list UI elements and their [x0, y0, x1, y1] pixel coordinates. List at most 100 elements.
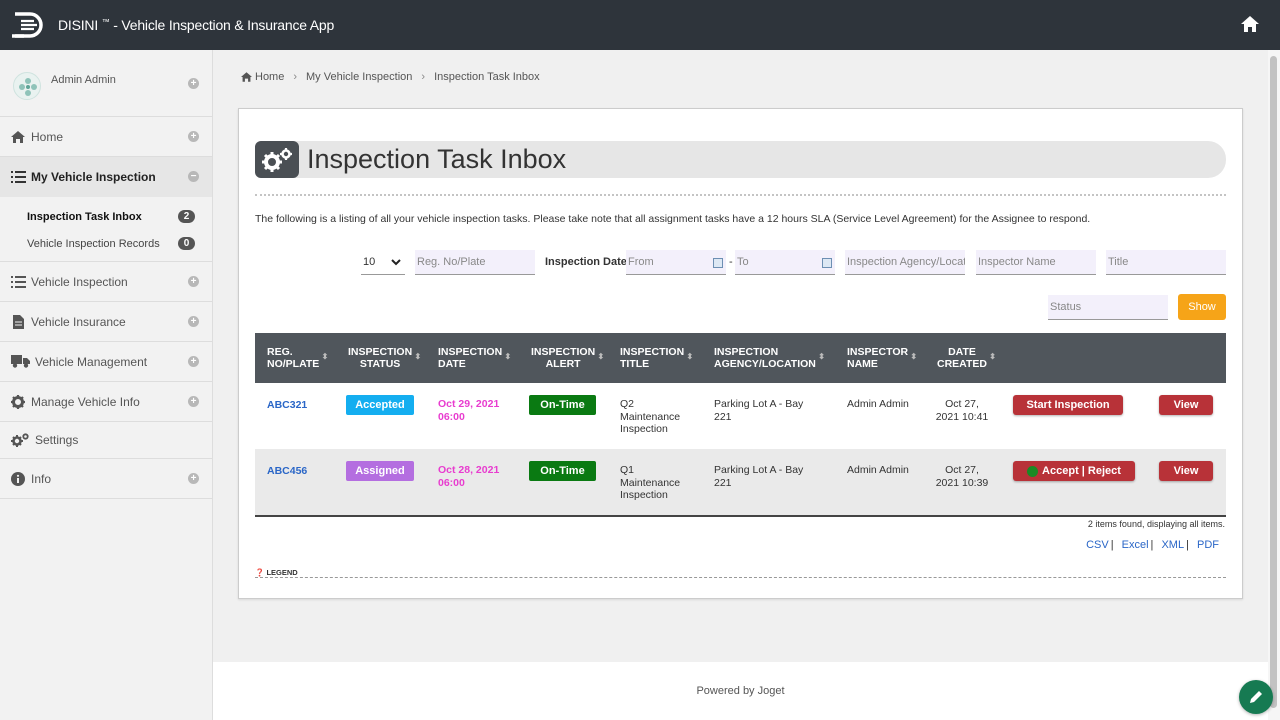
status-badge: Assigned: [346, 461, 414, 481]
date-from-input[interactable]: From: [626, 250, 726, 275]
sidebar-item-manage-vehicle-info[interactable]: Manage Vehicle Info +: [0, 382, 212, 422]
page-size-value: 10: [363, 256, 376, 268]
pencil-icon: [1250, 691, 1262, 703]
column-header-status[interactable]: INSPECTION STATUS ⬍: [348, 333, 421, 383]
inspection-date: Oct 28, 2021 06:00: [438, 464, 500, 489]
expand-icon[interactable]: +: [188, 276, 199, 287]
show-button[interactable]: Show: [1178, 294, 1226, 320]
view-button[interactable]: View: [1159, 461, 1213, 481]
info-icon: [10, 471, 26, 486]
inspection-title: Q1 Maintenance Inspection: [620, 464, 681, 501]
separator: |: [1150, 539, 1154, 551]
inspection-location: Parking Lot A - Bay 221: [714, 464, 804, 489]
inspector-placeholder: Inspector Name: [978, 256, 1056, 268]
expand-profile-icon[interactable]: +: [188, 78, 199, 89]
expand-icon[interactable]: +: [188, 396, 199, 407]
sidebar-item-vehicle-inspection[interactable]: Vehicle Inspection +: [0, 262, 212, 302]
sort-icon: ⬍: [989, 352, 996, 361]
count-badge: 2: [178, 210, 195, 223]
home-icon[interactable]: [1240, 14, 1260, 34]
column-header-alert[interactable]: INSPECTION ALERT ⬍: [531, 333, 604, 383]
expand-icon[interactable]: +: [188, 473, 199, 484]
start-inspection-button[interactable]: Start Inspection: [1013, 395, 1123, 415]
column-header-agency[interactable]: INSPECTION AGENCY/LOCATION ⬍: [714, 333, 825, 383]
sort-icon: ⬍: [818, 352, 825, 361]
export-xml-link[interactable]: XML: [1161, 539, 1184, 551]
status-filter-input[interactable]: Status: [1048, 295, 1168, 320]
status-dot-icon: [1027, 465, 1039, 477]
inspection-title: Q2 Maintenance Inspection: [620, 398, 681, 435]
calendar-icon[interactable]: [713, 258, 723, 268]
sidebar-item-inspection-task-inbox[interactable]: Inspection Task Inbox 2: [0, 203, 212, 230]
export-links: CSV | Excel | XML | PDF: [1086, 539, 1219, 551]
expand-icon[interactable]: +: [188, 356, 199, 367]
sidebar: Admin Admin + Home + My Vehicle Inspecti…: [0, 50, 213, 720]
calendar-icon[interactable]: [822, 258, 832, 268]
submenu: Inspection Task Inbox 2 Vehicle Inspecti…: [0, 197, 212, 262]
accept-reject-button[interactable]: Accept | Reject: [1013, 461, 1135, 481]
sidebar-item-label: Settings: [35, 433, 79, 447]
column-header-created[interactable]: DATE CREATED ⬍: [937, 333, 996, 383]
expand-icon[interactable]: +: [188, 316, 199, 327]
app-logo-icon[interactable]: [12, 10, 48, 40]
user-profile[interactable]: Admin Admin +: [0, 50, 212, 117]
table-header: REG. NO/PLATE ⬍ INSPECTION STATUS ⬍ INSPECTI…: [255, 333, 1226, 383]
main-content: Home › My Vehicle Inspection › Inspectio…: [213, 50, 1268, 662]
export-pdf-link[interactable]: PDF: [1197, 539, 1219, 551]
view-button[interactable]: View: [1159, 395, 1213, 415]
separator: |: [1110, 539, 1114, 551]
date-to-input[interactable]: To: [735, 250, 835, 275]
column-header-date[interactable]: INSPECTION DATE ⬍: [438, 333, 511, 383]
footer: Powered by Joget: [213, 662, 1268, 720]
count-badge: 0: [178, 237, 195, 250]
sidebar-item-vehicle-insurance[interactable]: Vehicle Insurance +: [0, 302, 212, 342]
export-excel-link[interactable]: Excel: [1122, 539, 1149, 551]
breadcrumb-separator: ›: [293, 71, 298, 83]
plate-link[interactable]: ABC456: [267, 465, 307, 478]
sidebar-item-label: My Vehicle Inspection: [31, 170, 156, 184]
breadcrumb-my-vehicle-inspection[interactable]: My Vehicle Inspection: [306, 71, 412, 83]
plate-placeholder: Reg. No/Plate: [417, 256, 486, 268]
legend-toggle[interactable]: ❓ LEGEND: [255, 568, 298, 577]
sort-icon: ⬍: [504, 352, 512, 361]
scrollbar-thumb[interactable]: [1270, 56, 1277, 708]
title-filter-input[interactable]: Title: [1106, 250, 1226, 275]
plate-filter-input[interactable]: Reg. No/Plate: [415, 250, 535, 275]
page-size-select[interactable]: 10: [361, 250, 405, 275]
result-count: 2 items found, displaying all items.: [1087, 519, 1225, 529]
sidebar-item-info[interactable]: Info +: [0, 459, 212, 499]
edit-fab-button[interactable]: [1239, 680, 1273, 714]
agency-filter-input[interactable]: Inspection Agency/Locati: [845, 250, 965, 275]
accept-reject-label: Accept | Reject: [1042, 465, 1121, 477]
page-title: Inspection Task Inbox: [307, 144, 567, 174]
sidebar-item-vehicle-management[interactable]: Vehicle Management +: [0, 342, 212, 382]
chevron-down-icon: [391, 258, 401, 265]
breadcrumb-separator: ›: [421, 71, 426, 83]
inspector-filter-input[interactable]: Inspector Name: [976, 250, 1096, 275]
top-bar: DISINI ™ - Vehicle Inspection & Insuranc…: [0, 0, 1280, 50]
plate-link[interactable]: ABC321: [267, 399, 307, 412]
divider: [255, 194, 1226, 196]
column-header-title[interactable]: INSPECTION TITLE ⬍: [620, 333, 693, 383]
sidebar-item-label: Vehicle Inspection: [31, 274, 128, 289]
expand-icon[interactable]: +: [188, 131, 199, 142]
alert-badge: On-Time: [529, 461, 596, 481]
column-header-plate[interactable]: REG. NO/PLATE ⬍: [267, 333, 328, 383]
sidebar-item-label: Home: [31, 129, 64, 144]
sidebar-item-my-vehicle-inspection[interactable]: My Vehicle Inspection −: [0, 157, 212, 197]
sidebar-item-vehicle-inspection-records[interactable]: Vehicle Inspection Records 0: [0, 230, 212, 257]
table-row: ABC321 Accepted Oct 29, 2021 06:00 On-Tim…: [255, 383, 1226, 449]
breadcrumb-current: Inspection Task Inbox: [434, 71, 540, 83]
date-created: Oct 27, 2021 10:39: [935, 464, 989, 489]
column-header-inspector[interactable]: INSPECTOR NAME ⬍: [847, 333, 917, 383]
breadcrumb-home[interactable]: Home: [255, 71, 284, 83]
collapse-icon[interactable]: −: [188, 171, 199, 182]
inspector-name: Admin Admin: [847, 464, 909, 476]
user-name: Admin Admin: [51, 74, 116, 86]
export-csv-link[interactable]: CSV: [1086, 539, 1109, 551]
vertical-scrollbar[interactable]: [1268, 50, 1280, 720]
sidebar-item-home[interactable]: Home +: [0, 117, 212, 157]
table-row: ABC456 Assigned Oct 28, 2021 06:00 On-Tim…: [255, 449, 1226, 515]
inspection-date-label: Inspection Date: [545, 256, 627, 268]
sidebar-item-settings[interactable]: Settings: [0, 422, 212, 459]
